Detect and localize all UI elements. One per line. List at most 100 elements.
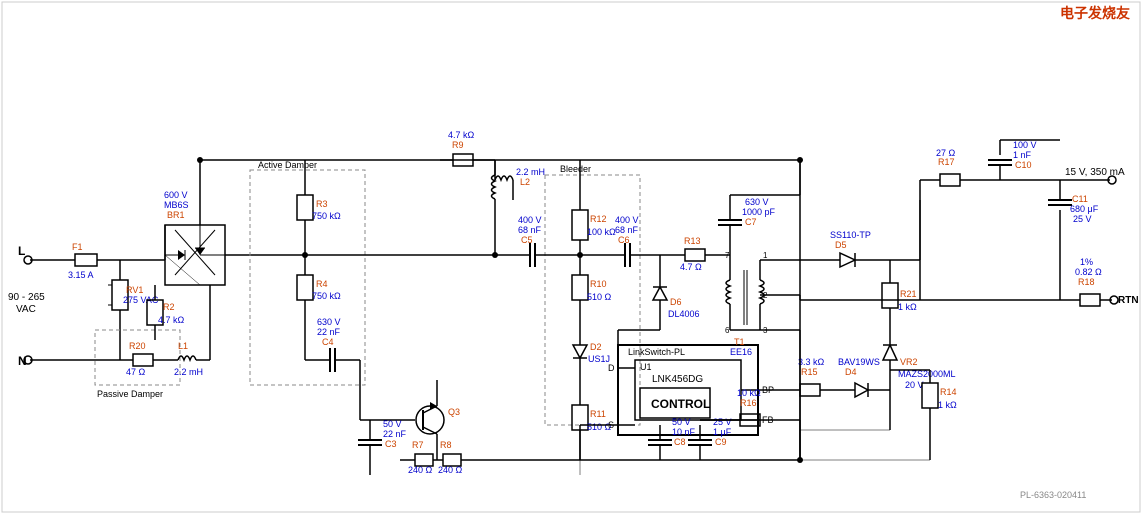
- svg-text:LNK456DG: LNK456DG: [652, 374, 703, 385]
- svg-text:电子发烧友: 电子发烧友: [1060, 5, 1130, 21]
- svg-text:Bleeder: Bleeder: [560, 164, 591, 174]
- svg-text:630 V: 630 V: [745, 197, 769, 207]
- svg-text:R11: R11: [590, 409, 606, 419]
- svg-text:1000 pF: 1000 pF: [742, 207, 776, 217]
- svg-text:240 Ω: 240 Ω: [438, 465, 463, 475]
- svg-text:27 Ω: 27 Ω: [936, 148, 956, 158]
- svg-text:R2: R2: [163, 302, 175, 312]
- svg-text:C7: C7: [745, 217, 757, 227]
- svg-text:VR2: VR2: [900, 357, 918, 367]
- svg-text:1 nF: 1 nF: [1013, 150, 1032, 160]
- svg-text:D5: D5: [835, 240, 847, 250]
- svg-text:EE16: EE16: [730, 347, 752, 357]
- svg-text:47 Ω: 47 Ω: [126, 367, 146, 377]
- svg-text:1%: 1%: [1080, 257, 1093, 267]
- svg-text:680 μF: 680 μF: [1070, 204, 1099, 214]
- svg-text:25 V: 25 V: [1073, 214, 1092, 224]
- svg-text:3.3 kΩ: 3.3 kΩ: [798, 357, 825, 367]
- svg-text:R16: R16: [740, 398, 757, 408]
- svg-text:Q3: Q3: [448, 407, 460, 417]
- svg-text:RV1: RV1: [126, 285, 143, 295]
- svg-text:68 nF: 68 nF: [615, 225, 639, 235]
- svg-text:R12: R12: [590, 214, 607, 224]
- svg-text:400 V: 400 V: [615, 215, 639, 225]
- svg-text:DL4006: DL4006: [668, 309, 700, 319]
- svg-text:N: N: [18, 354, 27, 368]
- svg-text:T1: T1: [734, 337, 745, 347]
- svg-text:BAV19WS: BAV19WS: [838, 357, 880, 367]
- svg-text:630 V: 630 V: [317, 317, 341, 327]
- svg-text:1 kΩ: 1 kΩ: [898, 302, 917, 312]
- svg-text:R4: R4: [316, 279, 328, 289]
- svg-text:L2: L2: [520, 177, 530, 187]
- svg-text:D4: D4: [845, 367, 857, 377]
- svg-text:750 kΩ: 750 kΩ: [312, 291, 341, 301]
- svg-text:R17: R17: [938, 157, 955, 167]
- svg-text:4.7 kΩ: 4.7 kΩ: [448, 130, 475, 140]
- svg-text:C8: C8: [674, 437, 686, 447]
- svg-text:4.7 Ω: 4.7 Ω: [680, 262, 702, 272]
- svg-text:510 Ω: 510 Ω: [587, 292, 612, 302]
- svg-text:2.2 mH: 2.2 mH: [174, 367, 203, 377]
- svg-text:VAC: VAC: [16, 304, 36, 315]
- svg-text:R18: R18: [1078, 277, 1095, 287]
- svg-text:20 V: 20 V: [905, 380, 924, 390]
- svg-text:D6: D6: [670, 297, 682, 307]
- svg-text:2: 2: [763, 291, 768, 300]
- svg-text:Passive Damper: Passive Damper: [97, 389, 163, 399]
- svg-text:RTN: RTN: [1118, 295, 1139, 306]
- svg-text:R9: R9: [452, 140, 464, 150]
- svg-text:R3: R3: [316, 199, 328, 209]
- svg-text:68 nF: 68 nF: [518, 225, 542, 235]
- svg-text:90 - 265: 90 - 265: [8, 292, 45, 303]
- svg-text:0.82 Ω: 0.82 Ω: [1075, 267, 1102, 277]
- svg-text:240 Ω: 240 Ω: [408, 465, 433, 475]
- svg-text:4.7 kΩ: 4.7 kΩ: [158, 315, 185, 325]
- svg-text:400 V: 400 V: [518, 215, 542, 225]
- svg-text:R7: R7: [412, 440, 424, 450]
- svg-text:100 V: 100 V: [1013, 140, 1037, 150]
- svg-text:F1: F1: [72, 242, 83, 252]
- svg-text:C10: C10: [1015, 160, 1032, 170]
- svg-text:100 kΩ: 100 kΩ: [587, 227, 616, 237]
- svg-text:LinkSwitch-PL: LinkSwitch-PL: [628, 347, 685, 357]
- svg-text:US1J: US1J: [588, 354, 610, 364]
- svg-text:PL-6363-020411: PL-6363-020411: [1020, 490, 1086, 500]
- svg-text:10 nF: 10 nF: [672, 427, 696, 437]
- svg-text:C3: C3: [385, 439, 397, 449]
- svg-text:50 V: 50 V: [672, 417, 691, 427]
- svg-text:C4: C4: [322, 337, 334, 347]
- svg-text:SS110-TP: SS110-TP: [830, 230, 871, 240]
- svg-text:BR1: BR1: [167, 210, 185, 220]
- svg-text:3: 3: [763, 326, 768, 335]
- svg-text:R10: R10: [590, 279, 607, 289]
- schematic-diagram: L N 90 - 265 VAC F1 3.15 A RV1 275 VAC P…: [0, 0, 1142, 514]
- svg-text:50 V: 50 V: [383, 419, 402, 429]
- svg-text:R13: R13: [684, 236, 701, 246]
- svg-text:D2: D2: [590, 342, 602, 352]
- svg-text:Active Damper: Active Damper: [258, 160, 317, 170]
- svg-text:D: D: [608, 363, 615, 373]
- svg-text:L: L: [18, 244, 25, 258]
- svg-text:L1: L1: [178, 341, 188, 351]
- svg-text:C6: C6: [618, 235, 630, 245]
- svg-text:R15: R15: [801, 367, 818, 377]
- svg-text:1 μF: 1 μF: [713, 427, 732, 437]
- svg-text:22 nF: 22 nF: [317, 327, 341, 337]
- svg-text:R14: R14: [940, 387, 957, 397]
- svg-text:CONTROL: CONTROL: [651, 397, 710, 411]
- svg-text:1 kΩ: 1 kΩ: [938, 400, 957, 410]
- svg-text:R20: R20: [129, 341, 146, 351]
- svg-text:C5: C5: [521, 235, 533, 245]
- svg-text:MB6S: MB6S: [164, 200, 189, 210]
- svg-text:750 kΩ: 750 kΩ: [312, 211, 341, 221]
- svg-text:22 nF: 22 nF: [383, 429, 407, 439]
- svg-text:C11: C11: [1072, 194, 1088, 204]
- svg-text:2.2 mH: 2.2 mH: [516, 167, 545, 177]
- svg-text:15 V, 350 mA: 15 V, 350 mA: [1065, 167, 1125, 178]
- svg-text:25 V: 25 V: [713, 417, 732, 427]
- svg-text:R21: R21: [900, 289, 917, 299]
- svg-text:10 kΩ: 10 kΩ: [737, 388, 761, 398]
- svg-text:3.15 A: 3.15 A: [68, 270, 94, 280]
- svg-text:U1: U1: [640, 362, 652, 372]
